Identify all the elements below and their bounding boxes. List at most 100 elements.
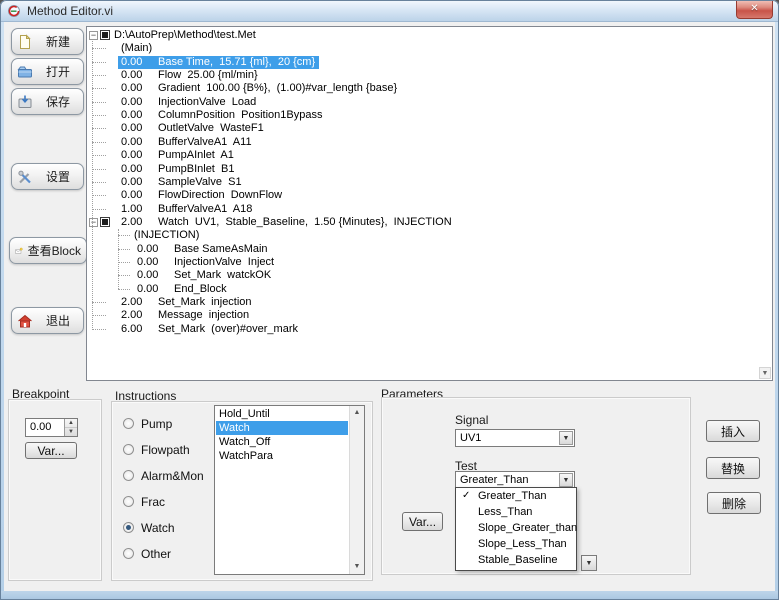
tree-row[interactable]: − 2.00Watch UV1, Stable_Baseline, 1.50 {M… xyxy=(87,216,772,229)
tree-row[interactable]: 0.00BufferValveA1 A11 xyxy=(87,136,772,149)
tree-row-content[interactable]: 0.00OutletValve WasteF1 xyxy=(118,122,268,135)
new-button-label: 新建 xyxy=(38,33,78,50)
insert-button[interactable]: 插入 xyxy=(706,420,760,442)
tree-row[interactable]: (Main) xyxy=(87,42,772,55)
menu-item-label: Stable_Baseline xyxy=(478,554,558,566)
hidden-combo-arrow-icon[interactable]: ▼ xyxy=(581,555,597,571)
menu-item[interactable]: Slope_Greater_than xyxy=(456,520,576,536)
tree-row[interactable]: 0.00End_Block xyxy=(87,283,772,296)
collapse-icon[interactable]: − xyxy=(89,218,98,227)
tree-row[interactable]: 0.00PumpAInlet A1 xyxy=(87,149,772,162)
spin-down-icon[interactable]: ▼ xyxy=(65,427,77,437)
replace-button[interactable]: 替换 xyxy=(706,457,760,479)
tree-row[interactable]: 0.00ColumnPosition Position1Bypass xyxy=(87,109,772,122)
tree-row-content[interactable]: 2.00Watch UV1, Stable_Baseline, 1.50 {Mi… xyxy=(118,216,456,229)
radio-icon[interactable] xyxy=(123,418,134,429)
tree-row[interactable]: 6.00Set_Mark (over)#over_mark xyxy=(87,323,772,336)
save-button[interactable]: 保存 xyxy=(11,88,84,115)
tree-row[interactable]: −D:\AutoPrep\Method\test.Met xyxy=(87,29,772,42)
tree-row-content[interactable]: (Main) xyxy=(118,42,156,55)
tree-row[interactable]: 0.00Flow 25.00 {ml/min} xyxy=(87,69,772,82)
breakpoint-var-button[interactable]: Var... xyxy=(25,442,77,459)
tree-row-selected[interactable]: 0.00Base Time, 15.71 {ml}, 20 {cm} xyxy=(118,56,319,69)
collapse-icon[interactable]: − xyxy=(89,31,98,40)
radio-icon[interactable] xyxy=(123,496,134,507)
tree-row[interactable]: 0.00Set_Mark watckOK xyxy=(87,269,772,282)
scroll-down-icon[interactable]: ▼ xyxy=(350,560,364,574)
tree-row[interactable]: 2.00Message injection xyxy=(87,309,772,322)
radio-alarm-mon[interactable]: Alarm&Mon xyxy=(123,469,204,482)
tree-row-content[interactable]: 2.00Message injection xyxy=(118,309,253,322)
signal-combo[interactable]: UV1 ▼ xyxy=(455,429,575,447)
tree-row[interactable]: 0.00Gradient 100.00 {B%}, (1.00)#var_len… xyxy=(87,82,772,95)
method-tree[interactable]: −D:\AutoPrep\Method\test.Met(Main)0.00Ba… xyxy=(86,26,773,381)
radio-icon[interactable] xyxy=(123,444,134,455)
tree-row[interactable]: 0.00SampleValve S1 xyxy=(87,176,772,189)
tree-row[interactable]: 1.00BufferValveA1 A18 xyxy=(87,203,772,216)
menu-item[interactable]: ✓Greater_Than xyxy=(456,488,576,504)
spinner-buttons[interactable]: ▲ ▼ xyxy=(64,419,77,436)
settings-button[interactable]: 设置 xyxy=(11,163,84,190)
tree-row-content[interactable]: 2.00Set_Mark injection xyxy=(118,296,256,309)
step-text: Message injection xyxy=(158,309,249,322)
exit-button-label: 退出 xyxy=(38,312,78,329)
radio-icon[interactable] xyxy=(123,470,134,481)
listbox-scrollbar[interactable]: ▲ ▼ xyxy=(349,406,364,574)
tree-row[interactable]: (INJECTION) xyxy=(87,229,772,242)
test-value: Greater_Than xyxy=(460,474,528,486)
tree-row[interactable]: 0.00InjectionValve Inject xyxy=(87,256,772,269)
tree-row-content[interactable]: (INJECTION) xyxy=(131,229,203,242)
tree-row-content[interactable]: 0.00InjectionValve Inject xyxy=(134,256,278,269)
tree-row[interactable]: 0.00FlowDirection DownFlow xyxy=(87,189,772,202)
tree-row-content[interactable]: 0.00FlowDirection DownFlow xyxy=(118,189,286,202)
list-item[interactable]: Watch xyxy=(216,421,348,435)
tree-row-content[interactable]: 0.00SampleValve S1 xyxy=(118,176,246,189)
radio-watch[interactable]: Watch xyxy=(123,521,175,534)
scroll-up-icon[interactable]: ▲ xyxy=(350,406,364,420)
list-item[interactable]: Hold_Until xyxy=(216,407,348,421)
tree-row-content[interactable]: 0.00Base SameAsMain xyxy=(134,243,272,256)
test-combo-arrow-icon[interactable]: ▼ xyxy=(559,473,573,487)
step-text: FlowDirection DownFlow xyxy=(158,189,282,202)
tree-row[interactable]: 0.00PumpBInlet B1 xyxy=(87,163,772,176)
tree-scroll-down-icon[interactable]: ▼ xyxy=(759,367,771,379)
radio-icon[interactable] xyxy=(123,522,134,533)
tree-row[interactable]: 0.00OutletValve WasteF1 xyxy=(87,122,772,135)
tree-row-content[interactable]: 0.00Set_Mark watckOK xyxy=(134,269,275,282)
tree-row[interactable]: 0.00Base SameAsMain xyxy=(87,243,772,256)
tree-row-content[interactable]: 1.00BufferValveA1 A18 xyxy=(118,203,256,216)
radio-frac[interactable]: Frac xyxy=(123,495,165,508)
tree-row-content[interactable]: 0.00Flow 25.00 {ml/min} xyxy=(118,69,262,82)
tree-row-content[interactable]: 0.00Gradient 100.00 {B%}, (1.00)#var_len… xyxy=(118,82,401,95)
parameters-var-button[interactable]: Var... xyxy=(402,512,443,531)
open-button[interactable]: 打开 xyxy=(11,58,84,85)
radio-icon[interactable] xyxy=(123,548,134,559)
tree-row-content[interactable]: 6.00Set_Mark (over)#over_mark xyxy=(118,323,302,336)
radio-other[interactable]: Other xyxy=(123,547,171,560)
exit-button[interactable]: 退出 xyxy=(11,307,84,334)
list-item[interactable]: Watch_Off xyxy=(216,435,348,449)
breakpoint-spinner[interactable]: 0.00 ▲ ▼ xyxy=(25,418,78,437)
signal-combo-arrow-icon[interactable]: ▼ xyxy=(559,431,573,445)
instruction-listbox[interactable]: Hold_UntilWatchWatch_OffWatchPara ▲ ▼ xyxy=(214,405,365,575)
menu-item[interactable]: Stable_Baseline xyxy=(456,552,576,568)
delete-button[interactable]: 删除 xyxy=(707,492,761,514)
menu-item[interactable]: Slope_Less_Than xyxy=(456,536,576,552)
view-block-button[interactable]: 查看Block xyxy=(9,237,87,264)
tree-row-content[interactable]: 0.00InjectionValve Load xyxy=(118,96,260,109)
close-button[interactable]: ✕ xyxy=(736,0,773,19)
tree-row-content[interactable]: 0.00End_Block xyxy=(134,283,231,296)
tree-row-content[interactable]: 0.00PumpAInlet A1 xyxy=(118,149,238,162)
menu-item[interactable]: Less_Than xyxy=(456,504,576,520)
tree-row[interactable]: 2.00Set_Mark injection xyxy=(87,296,772,309)
tree-row-content[interactable]: 0.00BufferValveA1 A11 xyxy=(118,136,256,149)
new-button[interactable]: 新建 xyxy=(11,28,84,55)
tree-row-content[interactable]: 0.00ColumnPosition Position1Bypass xyxy=(118,109,326,122)
radio-pump[interactable]: Pump xyxy=(123,417,172,430)
tree-row[interactable]: 0.00InjectionValve Load xyxy=(87,96,772,109)
radio-flowpath[interactable]: Flowpath xyxy=(123,443,190,456)
tree-row-content[interactable]: 0.00PumpBInlet B1 xyxy=(118,163,238,176)
tree-row[interactable]: 0.00Base Time, 15.71 {ml}, 20 {cm} xyxy=(87,56,772,69)
list-item[interactable]: WatchPara xyxy=(216,449,348,463)
step-time: 0.00 xyxy=(137,243,174,256)
